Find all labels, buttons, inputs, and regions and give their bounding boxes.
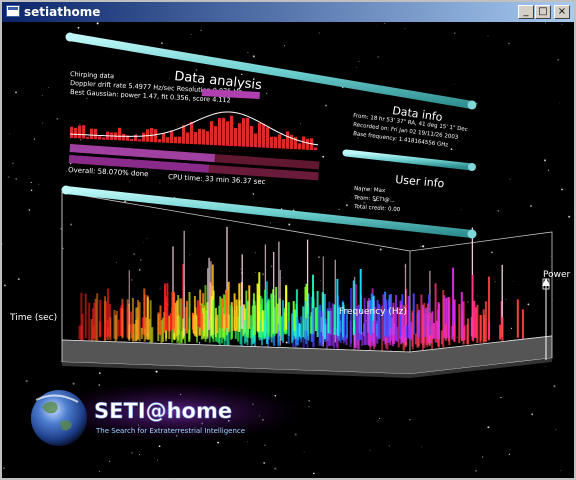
gaussian-graph [69,111,319,151]
time-axis-label: Time (sec) [9,313,57,323]
user-info-panel: User info Name: Max Team: SETI@... Total… [353,173,445,213]
spectrum-bars [78,226,524,352]
data-analysis-panel: Data analysis Chirping data Doppler drif… [68,69,320,186]
screensaver-canvas: Time (sec) Frequency (Hz) Power Data ana… [2,22,574,478]
seti-logo: SETI@home The Search for Extraterrestria… [31,382,302,446]
frequency-axis-label: Frequency (Hz) [339,307,407,317]
user-info-line-3: Total credit: 0.00 [353,204,401,213]
logo-tagline: The Search for Extraterrestrial Intellig… [95,427,245,435]
user-info-heading: User info [395,173,445,190]
minimize-button[interactable]: _ [518,5,534,19]
logo-name: SETI@home [94,399,232,423]
maximize-button[interactable]: □ [535,5,551,19]
close-button[interactable]: × [554,5,570,19]
data-info-panel: Data info From: 18 hr 53' 37" RA, 41 deg… [353,104,468,149]
user-info-line-2: Team: SETI@... [353,195,395,204]
app-window-icon [6,5,20,17]
app-window: setiathome _ □ × Time (sec) Frequency (H… [0,0,576,480]
title-bar[interactable]: setiathome _ □ × [2,2,574,22]
earth-icon [31,390,87,446]
window-title: setiathome [24,5,101,19]
overall-progress-text: Overall: 58.070% done [68,166,149,178]
scene-svg: Time (sec) Frequency (Hz) Power Data ana… [2,22,571,478]
user-info-line-1: Name: Max [354,186,386,194]
power-axis-label: Power [543,270,571,280]
